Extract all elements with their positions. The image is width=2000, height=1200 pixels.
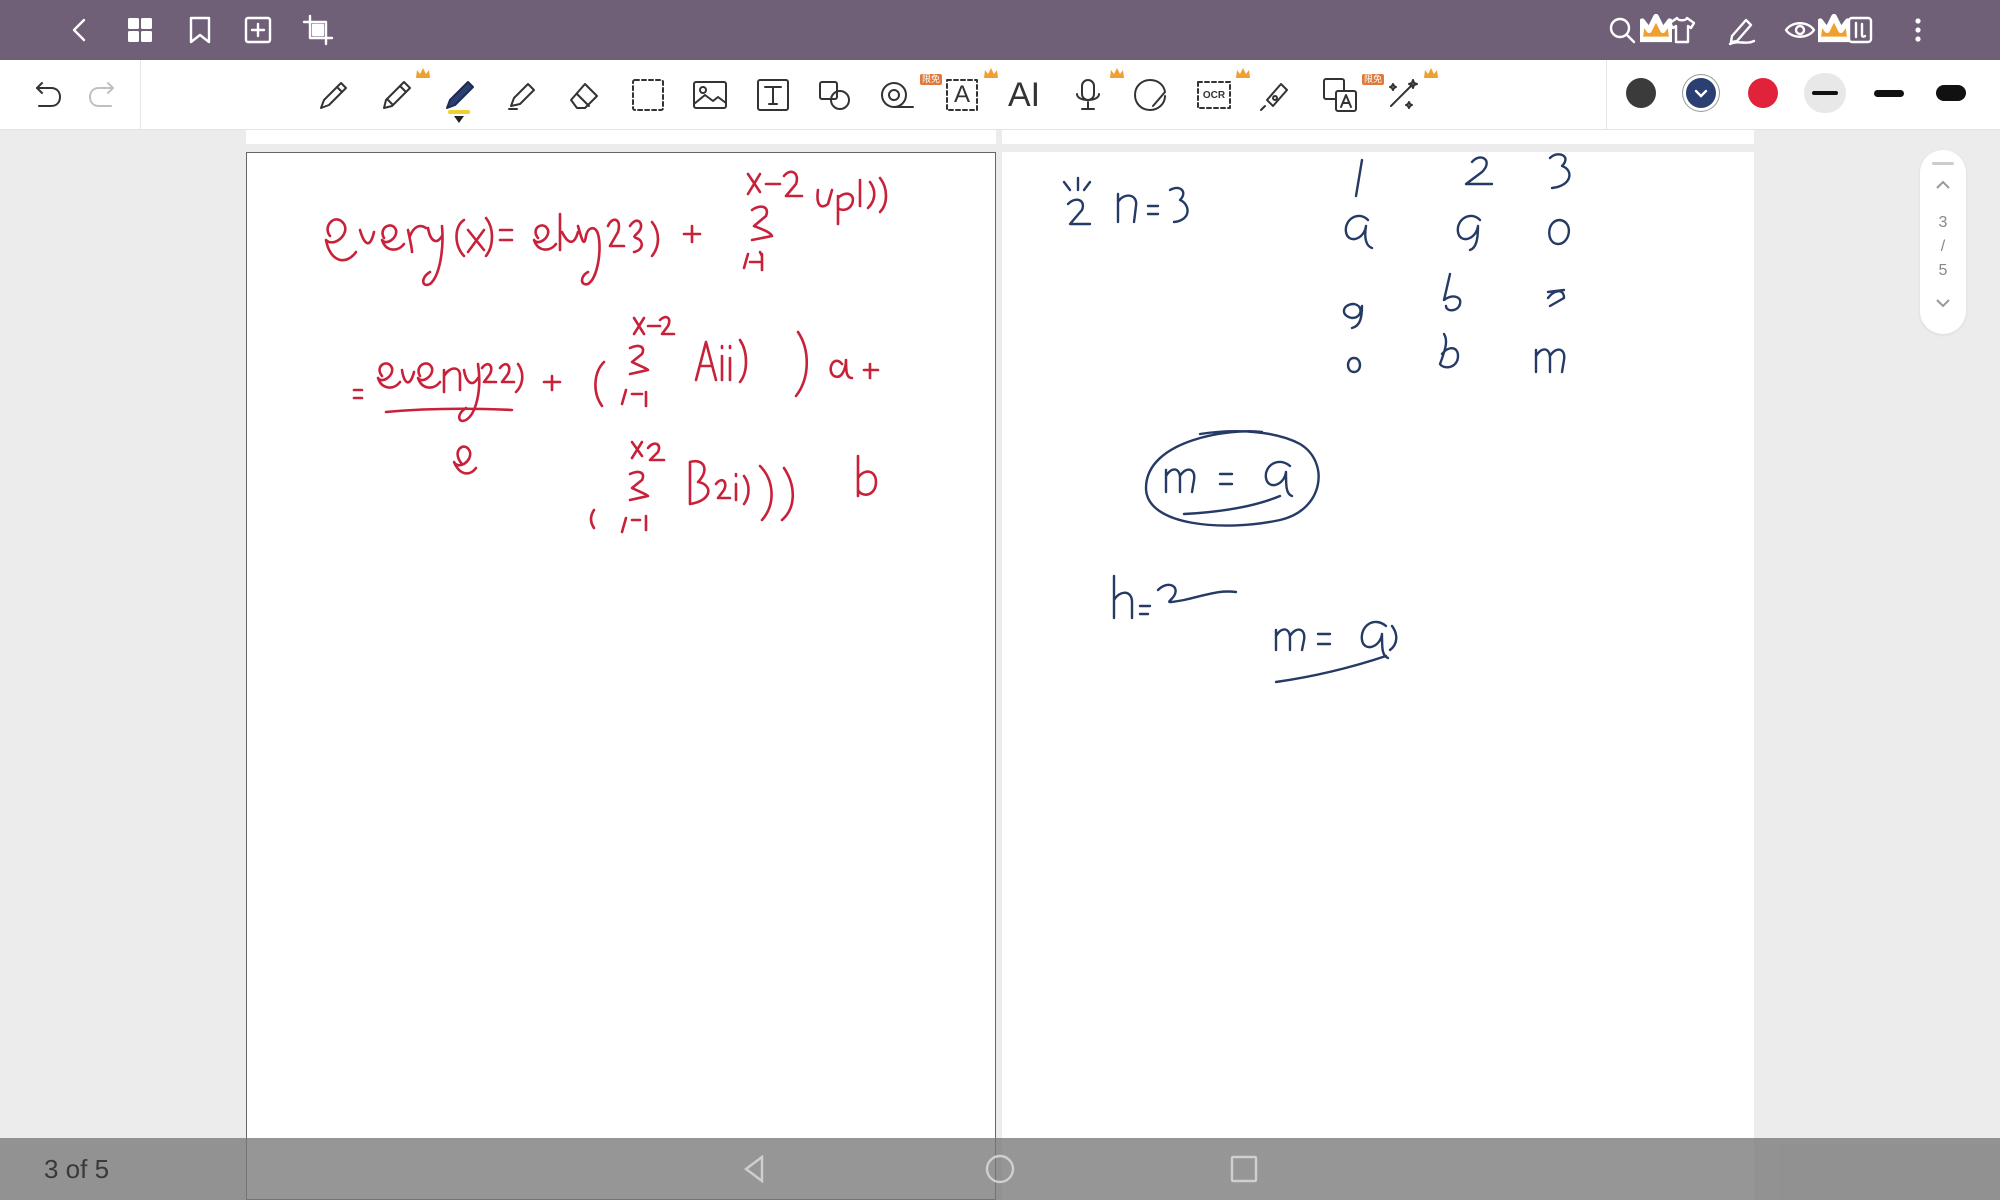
microphone-icon[interactable] — [1064, 71, 1112, 119]
color-swatch-navy-selected[interactable] — [1686, 78, 1716, 108]
grid-icon[interactable] — [120, 10, 160, 50]
text-box-icon[interactable] — [749, 71, 797, 119]
more-icon[interactable] — [1898, 10, 1938, 50]
stroke-width-thin-selected[interactable] — [1804, 73, 1846, 113]
magic-wand-icon[interactable] — [1378, 71, 1426, 119]
undo-icon[interactable] — [22, 71, 70, 119]
shape-icon[interactable] — [811, 71, 859, 119]
nav-back-icon[interactable] — [738, 1153, 770, 1185]
text-recognition-letter: A — [953, 81, 970, 108]
image-icon[interactable] — [686, 71, 734, 119]
ocr-icon[interactable]: OCR — [1190, 71, 1238, 119]
page-count-label: 3 of 5 — [44, 1154, 110, 1184]
stroke-width-medium[interactable] — [1868, 73, 1910, 113]
pen-color-indicator — [448, 110, 470, 114]
color-swatch-dark-gray[interactable] — [1626, 78, 1656, 108]
toolbar-divider — [140, 60, 141, 130]
eraser-icon[interactable] — [560, 71, 608, 119]
scroller-handle[interactable] — [1932, 162, 1954, 165]
page-scroller[interactable]: 3 / 5 — [1920, 150, 1966, 334]
lasso-icon[interactable] — [624, 71, 672, 119]
tape-icon[interactable] — [874, 71, 922, 119]
note-page-left[interactable] — [246, 152, 996, 1200]
nav-home-icon[interactable] — [984, 1153, 1016, 1185]
premium-crown-icon — [984, 68, 998, 78]
nav-recents-icon[interactable] — [1228, 1153, 1260, 1185]
text-recognition-icon[interactable]: A — [938, 71, 986, 119]
read-mode-icon[interactable] — [1840, 10, 1880, 50]
system-navigation-bar: 3 of 5 — [0, 1138, 2000, 1200]
premium-crown-icon — [416, 68, 430, 78]
previous-page-edge — [246, 130, 996, 144]
previous-page-edge — [1002, 130, 1754, 144]
redo-icon[interactable] — [80, 71, 128, 119]
stroke-width-thick[interactable] — [1930, 73, 1972, 113]
selected-check-icon — [1694, 89, 1708, 98]
laser-pointer-icon[interactable] — [1252, 71, 1300, 119]
search-icon[interactable] — [1602, 10, 1642, 50]
highlighter-icon[interactable] — [498, 71, 546, 119]
handwriting-icon[interactable] — [1722, 10, 1762, 50]
chevron-up-icon[interactable] — [1934, 176, 1952, 194]
ai-tool[interactable]: AI — [1000, 71, 1048, 119]
premium-crown-icon — [1110, 68, 1124, 78]
back-icon[interactable] — [60, 10, 100, 50]
ai-label: AI — [1007, 75, 1041, 114]
scroller-total-pages: 5 — [1938, 262, 1948, 279]
color-swatch-red[interactable] — [1748, 78, 1778, 108]
ocr-label: OCR — [1202, 89, 1226, 101]
premium-crown-icon — [1424, 68, 1438, 78]
theme-shirt-icon[interactable] — [1662, 10, 1702, 50]
chevron-down-icon[interactable] — [1934, 294, 1952, 312]
scroller-separator: / — [1940, 238, 1946, 255]
scroller-current-page: 3 — [1938, 214, 1948, 231]
crop-icon[interactable] — [298, 10, 338, 50]
sticker-icon[interactable] — [1126, 71, 1174, 119]
note-page-right[interactable] — [1002, 152, 1754, 1200]
pen-options-caret-icon[interactable] — [454, 116, 464, 124]
bookmark-icon[interactable] — [180, 10, 220, 50]
add-page-icon[interactable] — [238, 10, 278, 50]
premium-crown-icon — [1236, 68, 1250, 78]
eye-icon[interactable] — [1780, 10, 1820, 50]
toolbar-divider — [1606, 60, 1607, 130]
top-bar — [0, 0, 2000, 60]
pencil-icon[interactable] — [373, 71, 421, 119]
translate-icon[interactable] — [1316, 71, 1364, 119]
fountain-pen-icon[interactable] — [310, 71, 358, 119]
